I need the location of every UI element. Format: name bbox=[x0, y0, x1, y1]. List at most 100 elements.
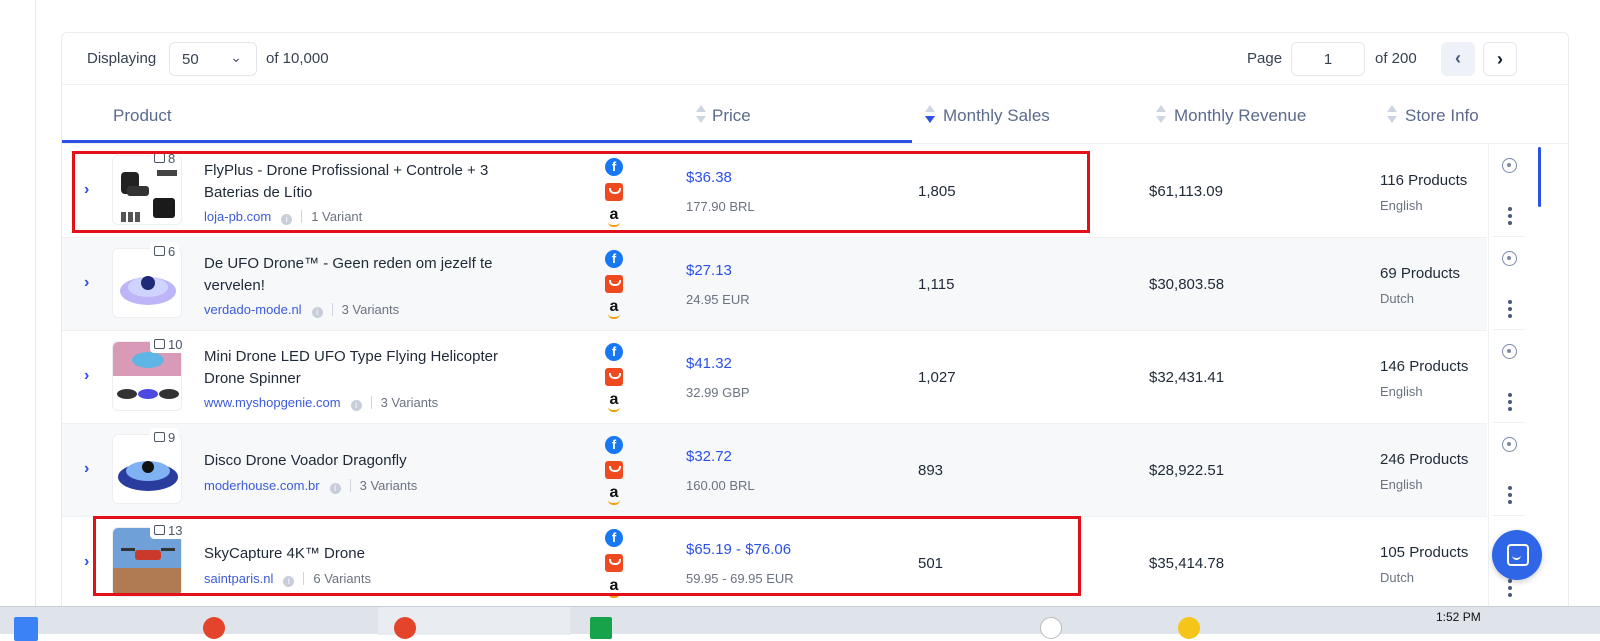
table-row[interactable]: › 13 SkyCapture 4K™ Drone saintparis.nl i… bbox=[62, 517, 1487, 610]
store-language: English bbox=[1380, 384, 1423, 399]
table-row[interactable]: › 10 Mini Drone LED UFO Type Flying Heli… bbox=[62, 331, 1487, 424]
facebook-icon[interactable]: f bbox=[605, 343, 623, 361]
column-header-price[interactable]: Price bbox=[712, 106, 751, 126]
info-icon[interactable]: i bbox=[283, 576, 295, 587]
aliexpress-icon[interactable] bbox=[605, 554, 623, 572]
app-icon[interactable] bbox=[1178, 617, 1200, 639]
store-language: English bbox=[1380, 477, 1423, 492]
amazon-icon[interactable]: a bbox=[605, 485, 623, 505]
more-options-icon[interactable] bbox=[1508, 393, 1512, 411]
more-options-icon[interactable] bbox=[1508, 579, 1512, 597]
store-products: 69 Products bbox=[1380, 265, 1461, 282]
sort-icon[interactable] bbox=[696, 105, 706, 127]
facebook-icon[interactable]: f bbox=[605, 436, 623, 454]
previous-page-button[interactable]: ‹ bbox=[1441, 42, 1475, 76]
store-link[interactable]: verdado-mode.nl bbox=[204, 302, 302, 317]
image-count-badge: 9 bbox=[150, 428, 180, 446]
image-icon bbox=[154, 153, 165, 163]
aliexpress-icon[interactable] bbox=[605, 275, 623, 293]
per-page-select[interactable]: 50 ⌄ bbox=[169, 42, 257, 76]
expand-row-icon[interactable]: › bbox=[84, 553, 89, 571]
more-options-icon[interactable] bbox=[1508, 486, 1512, 504]
chevron-down-icon: ⌄ bbox=[230, 49, 242, 65]
sort-icon[interactable] bbox=[1387, 105, 1397, 127]
column-header-product[interactable]: Product bbox=[113, 106, 172, 126]
image-count: 9 bbox=[168, 429, 176, 445]
table-row[interactable]: › 6 De UFO Drone™ - Geen reden om jezelf… bbox=[62, 238, 1487, 331]
per-page-value: 50 bbox=[182, 51, 199, 68]
amazon-icon[interactable]: a bbox=[605, 392, 623, 412]
product-title[interactable]: Disco Drone Voador Dragonfly bbox=[204, 450, 534, 472]
aliexpress-icon[interactable] bbox=[605, 461, 623, 479]
expand-row-icon[interactable]: › bbox=[84, 274, 89, 292]
chevron-right-icon: › bbox=[1497, 49, 1503, 69]
monthly-revenue: $28,922.51 bbox=[1149, 462, 1225, 479]
store-link[interactable]: loja-pb.com bbox=[204, 209, 271, 224]
page-total-label: of 200 bbox=[1375, 50, 1417, 67]
file-explorer-icon[interactable] bbox=[14, 617, 38, 641]
store-link[interactable]: www.myshopgenie.com bbox=[204, 395, 341, 410]
price: $41.32 bbox=[686, 355, 732, 372]
scrollbar-thumb[interactable] bbox=[1538, 147, 1541, 207]
track-product-icon[interactable] bbox=[1502, 344, 1517, 359]
expand-row-icon[interactable]: › bbox=[84, 460, 89, 478]
image-count-badge: 6 bbox=[150, 242, 180, 260]
column-header-store-info[interactable]: Store Info bbox=[1405, 106, 1479, 126]
more-options-icon[interactable] bbox=[1508, 300, 1512, 318]
store-link[interactable]: saintparis.nl bbox=[204, 571, 273, 586]
local-price: 177.90 BRL bbox=[686, 199, 755, 214]
total-results-label: of 10,000 bbox=[266, 50, 329, 67]
column-header-monthly-sales[interactable]: Monthly Sales bbox=[943, 106, 1050, 126]
price: $32.72 bbox=[686, 448, 732, 465]
amazon-icon[interactable]: a bbox=[605, 299, 623, 319]
more-options-icon[interactable] bbox=[1508, 207, 1512, 225]
image-count: 10 bbox=[168, 336, 183, 352]
monthly-revenue: $35,414.78 bbox=[1149, 555, 1225, 572]
product-meta: moderhouse.com.br i 3 Variants bbox=[204, 478, 417, 494]
sort-icon[interactable] bbox=[1156, 105, 1166, 127]
os-taskbar: 1:52 PM bbox=[0, 606, 1600, 641]
monthly-sales: 893 bbox=[918, 462, 944, 479]
facebook-icon[interactable]: f bbox=[605, 250, 623, 268]
product-title[interactable]: Mini Drone LED UFO Type Flying Helicopte… bbox=[204, 346, 534, 390]
variant-count: 3 Variants bbox=[359, 478, 418, 493]
price: $27.13 bbox=[686, 262, 732, 279]
amazon-icon[interactable]: a bbox=[605, 207, 623, 227]
store-link[interactable]: moderhouse.com.br bbox=[204, 478, 320, 493]
monthly-revenue: $61,113.09 bbox=[1149, 183, 1223, 200]
table-row[interactable]: › 8 FlyPlus - Drone Profissional + Contr… bbox=[62, 145, 1487, 238]
local-price: 32.99 GBP bbox=[686, 385, 750, 400]
info-icon[interactable]: i bbox=[281, 214, 293, 225]
app-icon[interactable] bbox=[1040, 617, 1062, 639]
expand-row-icon[interactable]: › bbox=[84, 367, 89, 385]
info-icon[interactable]: i bbox=[329, 483, 341, 494]
table-row[interactable]: › 9 Disco Drone Voador Dragonfly moderho… bbox=[62, 424, 1487, 517]
track-product-icon[interactable] bbox=[1502, 437, 1517, 452]
track-product-icon[interactable] bbox=[1502, 158, 1517, 173]
expand-row-icon[interactable]: › bbox=[84, 181, 89, 199]
sheets-icon[interactable] bbox=[590, 617, 612, 639]
aliexpress-icon[interactable] bbox=[605, 183, 623, 201]
app-icon[interactable] bbox=[203, 617, 225, 639]
monthly-revenue: $32,431.41 bbox=[1149, 369, 1225, 386]
products-table-card: Displaying 50 ⌄ of 10,000 Page 1 of 200 … bbox=[61, 32, 1569, 620]
chat-support-button[interactable] bbox=[1492, 530, 1542, 580]
amazon-icon[interactable]: a bbox=[605, 578, 623, 598]
sort-active-icon[interactable] bbox=[925, 105, 935, 127]
next-page-button[interactable]: › bbox=[1483, 42, 1517, 76]
product-title[interactable]: FlyPlus - Drone Profissional + Controle … bbox=[204, 160, 534, 204]
app-icon[interactable] bbox=[394, 617, 416, 639]
facebook-icon[interactable]: f bbox=[605, 158, 623, 176]
facebook-icon[interactable]: f bbox=[605, 529, 623, 547]
info-icon[interactable]: i bbox=[350, 400, 362, 411]
variant-count: 1 Variant bbox=[311, 209, 363, 224]
image-count-badge: 13 bbox=[150, 521, 187, 539]
track-product-icon[interactable] bbox=[1502, 251, 1517, 266]
info-icon[interactable]: i bbox=[311, 307, 323, 318]
column-header-monthly-revenue[interactable]: Monthly Revenue bbox=[1174, 106, 1306, 126]
page-number-input[interactable]: 1 bbox=[1291, 42, 1365, 76]
product-title[interactable]: SkyCapture 4K™ Drone bbox=[204, 543, 534, 565]
product-title[interactable]: De UFO Drone™ - Geen reden om jezelf te … bbox=[204, 253, 534, 297]
aliexpress-icon[interactable] bbox=[605, 368, 623, 386]
store-products: 146 Products bbox=[1380, 358, 1469, 375]
